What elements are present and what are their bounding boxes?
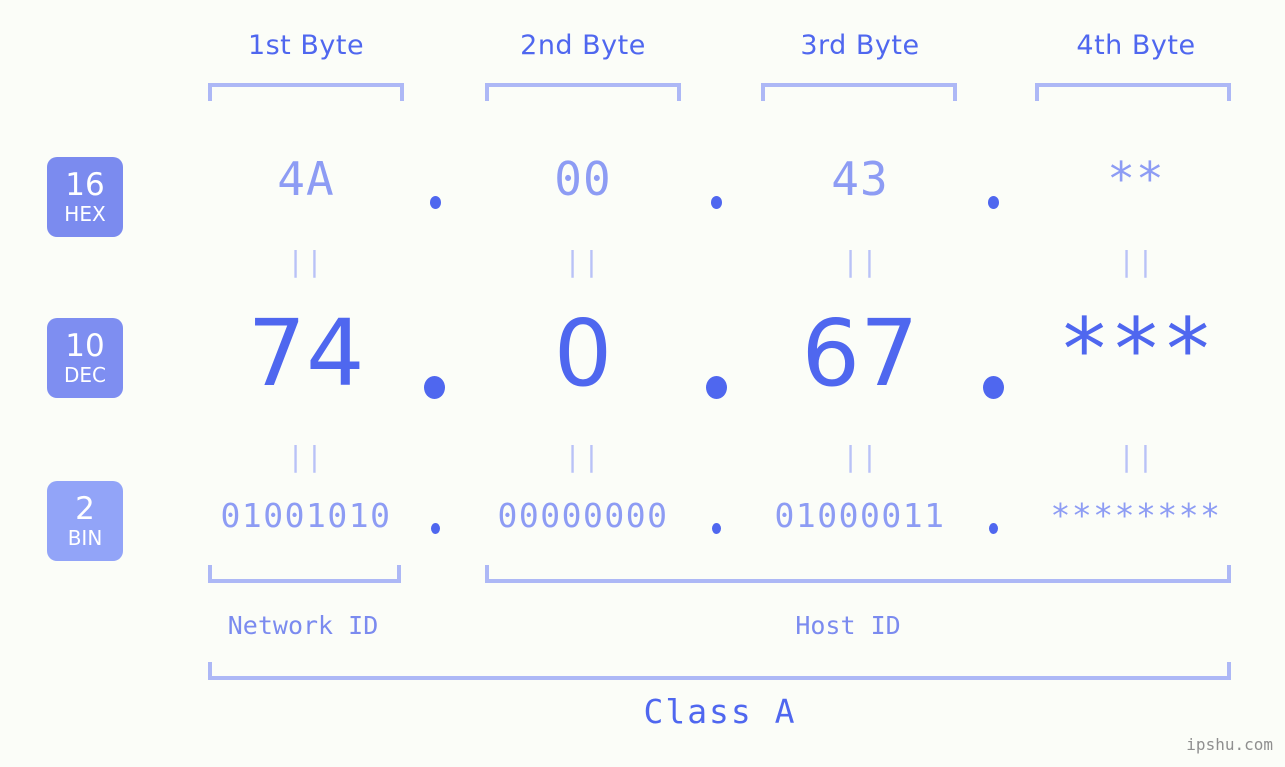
equals-separator-dec-bin-4: || — [1118, 440, 1156, 473]
class-bracket — [208, 662, 1231, 680]
bin-dot-separator-3 — [989, 523, 998, 534]
class-label: Class A — [643, 692, 797, 731]
byte-header-4: 4th Byte — [1076, 30, 1196, 61]
bin-dot-separator-1 — [431, 523, 440, 534]
site-watermark: ipshu.com — [1186, 735, 1273, 754]
byte-bracket-top-4 — [1035, 83, 1231, 101]
base-badge-dec: 10 DEC — [47, 318, 123, 398]
bin-byte-1: 01001010 — [220, 496, 392, 535]
dec-dot-separator-2 — [706, 376, 727, 399]
base-badge-hex-name: HEX — [64, 202, 106, 226]
dec-byte-1: 74 — [247, 300, 365, 407]
equals-separator-hex-dec-3: || — [842, 245, 880, 278]
host-id-bracket — [485, 565, 1231, 583]
dec-byte-2: 0 — [553, 300, 613, 407]
bin-byte-4: ******** — [1050, 496, 1222, 535]
network-id-label: Network ID — [227, 611, 379, 640]
dec-dot-separator-1 — [424, 376, 445, 399]
base-badge-hex: 16 HEX — [47, 157, 123, 237]
byte-header-2: 2nd Byte — [520, 30, 646, 61]
equals-separator-hex-dec-4: || — [1118, 245, 1156, 278]
bin-byte-2: 00000000 — [497, 496, 669, 535]
equals-separator-hex-dec-2: || — [564, 245, 602, 278]
byte-bracket-top-2 — [485, 83, 681, 101]
ip-address-breakdown-diagram: 1st Byte 2nd Byte 3rd Byte 4th Byte 16 H… — [0, 0, 1285, 767]
base-badge-dec-name: DEC — [63, 363, 106, 387]
base-badge-bin-number: 2 — [75, 491, 95, 527]
bin-dot-separator-2 — [712, 523, 721, 534]
byte-header-3: 3rd Byte — [800, 30, 920, 61]
hex-dot-separator-3 — [988, 196, 999, 209]
hex-byte-3: 43 — [831, 152, 889, 206]
base-badge-bin-name: BIN — [67, 526, 103, 550]
base-badge-dec-number: 10 — [65, 328, 105, 364]
hex-dot-separator-2 — [711, 196, 722, 209]
network-id-bracket — [208, 565, 401, 583]
hex-byte-2: 00 — [554, 152, 612, 206]
dec-byte-4: *** — [1058, 300, 1214, 400]
equals-separator-dec-bin-3: || — [842, 440, 880, 473]
hex-byte-4: ** — [1107, 152, 1165, 206]
equals-separator-dec-bin-1: || — [287, 440, 325, 473]
base-badge-hex-number: 16 — [65, 167, 105, 203]
host-id-label: Host ID — [795, 611, 901, 640]
byte-bracket-top-1 — [208, 83, 404, 101]
byte-bracket-top-3 — [761, 83, 957, 101]
dec-dot-separator-3 — [983, 376, 1004, 399]
base-badge-bin: 2 BIN — [47, 481, 123, 561]
byte-header-1: 1st Byte — [247, 30, 365, 61]
dec-byte-3: 67 — [801, 300, 919, 407]
hex-byte-1: 4A — [277, 152, 335, 206]
bin-byte-3: 01000011 — [774, 496, 946, 535]
equals-separator-hex-dec-1: || — [287, 245, 325, 278]
hex-dot-separator-1 — [430, 196, 441, 209]
equals-separator-dec-bin-2: || — [564, 440, 602, 473]
